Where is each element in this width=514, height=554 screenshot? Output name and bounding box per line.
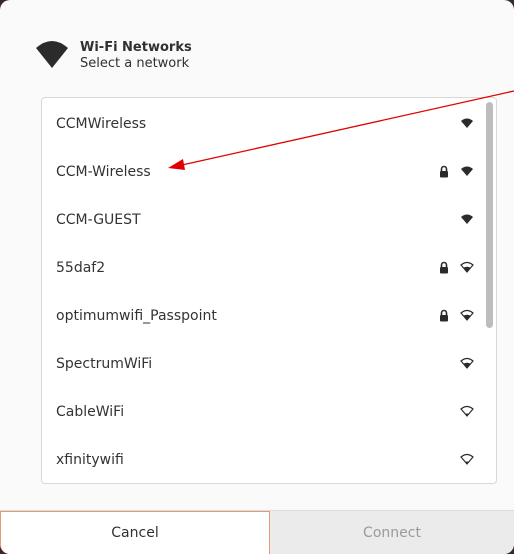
network-row-ccm-wireless[interactable]: CCM-Wireless	[42, 148, 482, 196]
wifi-dialog: Wi-Fi Networks Select a network CCMWirel…	[0, 0, 514, 554]
wifi-signal-weak-icon	[460, 453, 474, 465]
lock-icon	[440, 309, 448, 322]
cancel-button[interactable]: Cancel	[0, 511, 270, 554]
network-name: CCM-GUEST	[56, 212, 141, 228]
network-name: SpectrumWiFi	[56, 356, 153, 372]
network-list[interactable]: CCMWireless CCM-Wireless CCM-GUEST 55daf…	[41, 97, 497, 484]
network-name: CableWiFi	[56, 404, 125, 420]
wifi-signal-strong-icon	[461, 166, 473, 176]
connect-button[interactable]: Connect	[270, 511, 514, 554]
network-name: CCM-Wireless	[56, 164, 151, 180]
wifi-signal-medium-icon	[460, 309, 474, 321]
network-row-optimumwifi-passpoint[interactable]: optimumwifi_Passpoint	[42, 292, 482, 340]
dialog-header: Wi-Fi Networks Select a network	[34, 36, 192, 72]
network-name: CCMWireless	[56, 116, 147, 132]
dialog-title: Wi-Fi Networks	[80, 40, 192, 55]
wifi-signal-strong-icon	[461, 118, 473, 128]
network-row-spectrumwifi[interactable]: SpectrumWiFi	[42, 340, 482, 388]
header-text: Wi-Fi Networks Select a network	[80, 40, 192, 72]
network-row-ccm-guest[interactable]: CCM-GUEST	[42, 196, 482, 244]
network-name: 55daf2	[56, 260, 106, 276]
scrollbar-thumb[interactable]	[486, 102, 493, 328]
network-row-ccmwireless[interactable]: CCMWireless	[42, 100, 482, 148]
wifi-signal-weak-icon	[460, 405, 474, 417]
wifi-signal-medium-icon	[460, 261, 474, 273]
network-row-xfinitywifi[interactable]: xfinitywifi	[42, 436, 482, 483]
dialog-footer: Cancel Connect	[0, 510, 514, 554]
network-name: optimumwifi_Passpoint	[56, 308, 217, 324]
wifi-signal-strong-icon	[461, 214, 473, 224]
network-row-55daf2[interactable]: 55daf2	[42, 244, 482, 292]
lock-icon	[440, 261, 448, 274]
lock-icon	[440, 165, 448, 178]
wifi-signal-medium-icon	[460, 357, 474, 369]
dialog-subtitle: Select a network	[80, 56, 190, 71]
network-name: xfinitywifi	[56, 452, 124, 468]
wifi-icon	[36, 41, 68, 68]
network-row-cablewifi[interactable]: CableWiFi	[42, 388, 482, 436]
